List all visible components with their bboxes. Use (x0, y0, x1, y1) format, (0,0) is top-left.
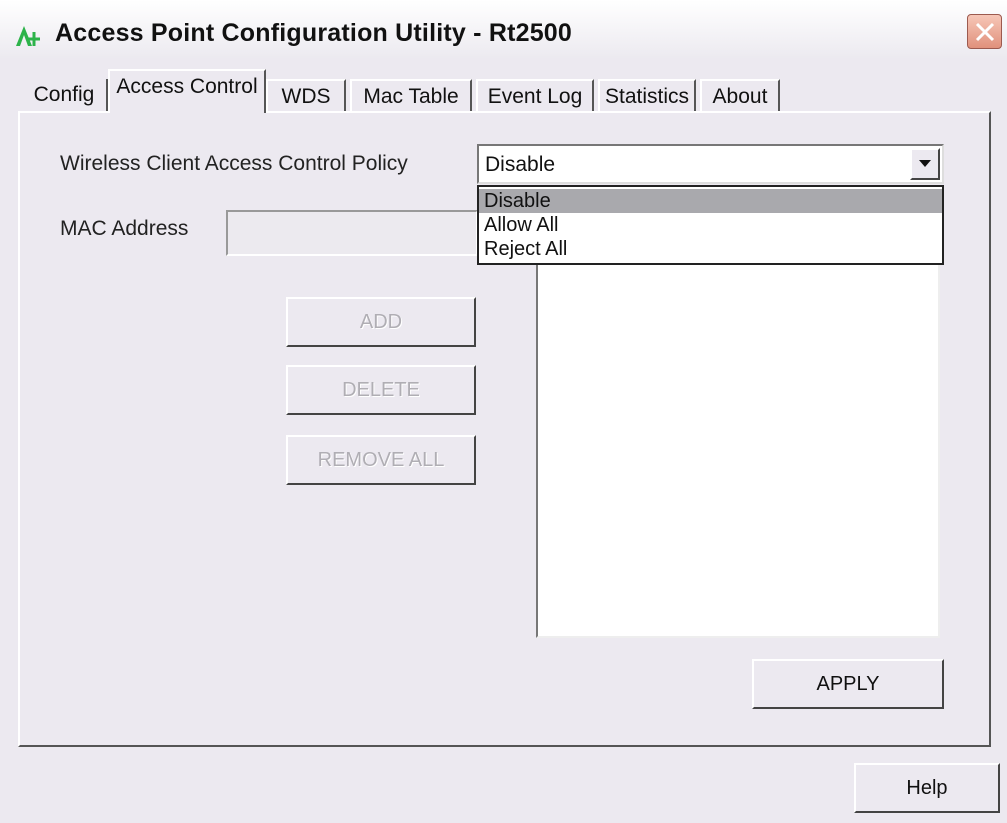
tab-label: About (712, 85, 768, 108)
apply-button[interactable]: APPLY (752, 659, 944, 709)
remove-all-button-label: REMOVE ALL (317, 449, 445, 471)
delete-button-label: DELETE (342, 379, 420, 401)
tab-label: Statistics (604, 85, 690, 108)
policy-select-value: Disable (485, 153, 556, 176)
policy-select[interactable]: Disable (477, 144, 944, 184)
delete-button[interactable]: DELETE (286, 365, 476, 415)
close-button[interactable] (967, 14, 1002, 49)
policy-dropdown-list: Disable Allow All Reject All (477, 185, 944, 265)
tab-config[interactable]: Config (22, 79, 108, 115)
tab-label: WDS (281, 85, 331, 108)
tab-wds[interactable]: WDS (266, 79, 346, 115)
policy-option-reject-all[interactable]: Reject All (479, 237, 942, 261)
window-title: Access Point Configuration Utility - Rt2… (55, 19, 573, 47)
tab-mac-table[interactable]: Mac Table (350, 79, 472, 115)
help-button-label: Help (906, 777, 948, 799)
add-button-label: ADD (359, 311, 403, 333)
tab-label: Config (33, 83, 95, 106)
tab-label: Access Control (116, 75, 258, 98)
main-window: Access Point Configuration Utility - Rt2… (0, 0, 1007, 823)
policy-option-allow-all[interactable]: Allow All (479, 213, 942, 237)
tab-about[interactable]: About (700, 79, 780, 115)
remove-all-button[interactable]: REMOVE ALL (286, 435, 476, 485)
policy-select-toggle[interactable] (910, 148, 940, 180)
add-button[interactable]: ADD (286, 297, 476, 347)
mac-address-input[interactable] (226, 210, 478, 256)
mac-address-label: MAC Address (60, 217, 189, 240)
tab-label: Mac Table (363, 85, 459, 108)
policy-option-disable[interactable]: Disable (479, 189, 942, 213)
tab-access-control[interactable]: Access Control (108, 69, 266, 113)
title-bar: Access Point Configuration Utility - Rt2… (0, 0, 1007, 58)
green-antenna-icon (14, 22, 46, 48)
tab-statistics[interactable]: Statistics (598, 79, 696, 115)
policy-label: Wireless Client Access Control Policy (60, 152, 408, 175)
help-button[interactable]: Help (854, 763, 1000, 813)
mac-address-list[interactable] (536, 262, 940, 638)
apply-button-label: APPLY (816, 673, 880, 695)
tab-label: Event Log (487, 85, 583, 108)
tab-event-log[interactable]: Event Log (476, 79, 594, 115)
